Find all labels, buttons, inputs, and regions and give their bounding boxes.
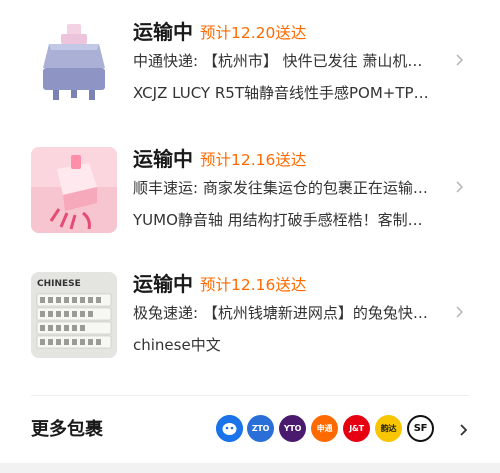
more-packages-row[interactable]: 更多包裹 ZTO YTO 申通 J&T 韵达 SF <box>0 400 500 460</box>
product-title: chinese中文 <box>133 336 221 354</box>
chevron-right-icon[interactable] <box>454 177 466 197</box>
carrier-logo-sf: SF <box>407 415 434 442</box>
chevron-right-icon[interactable] <box>458 420 470 440</box>
divider <box>31 395 469 396</box>
package-item[interactable]: CHINESE 运输中 预计12.16送达 极兔速递: 【杭州钱塘新进网点】的兔… <box>0 272 500 372</box>
estimated-delivery: 预计12.16送达 <box>200 276 307 294</box>
package-item[interactable]: 运输中 预计12.20送达 中通快递: 【杭州市】 快件已发往 萧山机场转运中心… <box>0 20 500 120</box>
tracking-info: 中通快递: 【杭州市】 快件已发往 萧山机场转运中心 <box>133 52 433 70</box>
estimated-delivery: 预计12.20送达 <box>200 24 307 42</box>
cainiao-icon <box>216 415 243 442</box>
logistics-card: 运输中 预计12.20送达 中通快递: 【杭州市】 快件已发往 萧山机场转运中心… <box>0 0 500 473</box>
carrier-logo-yunda: 韵达 <box>375 415 402 442</box>
tracking-info: 顺丰速运: 商家发往集运仓的包裹正在运输途中 <box>133 179 433 197</box>
carrier-logo-yto: YTO <box>279 415 306 442</box>
product-thumbnail[interactable] <box>31 20 117 106</box>
product-thumbnail[interactable] <box>31 147 117 233</box>
package-status: 运输中 <box>133 147 193 171</box>
product-thumbnail[interactable]: CHINESE <box>31 272 117 358</box>
more-packages-label: 更多包裹 <box>31 419 103 440</box>
package-item[interactable]: 运输中 预计12.16送达 顺丰速运: 商家发往集运仓的包裹正在运输途中 YUM… <box>0 147 500 247</box>
keyboard-switch-lavender-icon <box>31 20 117 106</box>
chevron-right-icon[interactable] <box>454 302 466 322</box>
tracking-info: 极兔速递: 【杭州钱塘新进网点】的兔兔快递员正在派件 <box>133 304 433 322</box>
package-status: 运输中 <box>133 20 193 44</box>
keyboard-switch-pink-icon <box>31 147 117 233</box>
bottom-spacer <box>0 463 500 473</box>
svg-text:CHINESE: CHINESE <box>37 279 81 289</box>
carrier-logo-cainiao <box>216 415 243 442</box>
carrier-logo-sto: 申通 <box>311 415 338 442</box>
product-title: XCJZ LUCY R5T轴静音线性手感POM+TPU轴体 <box>133 84 433 102</box>
carrier-logo-zto: ZTO <box>247 415 274 442</box>
estimated-delivery: 预计12.16送达 <box>200 151 307 169</box>
keycap-set-icon: CHINESE <box>31 272 117 358</box>
carrier-logo-jt: J&T <box>343 415 370 442</box>
package-status: 运输中 <box>133 272 193 296</box>
chevron-right-icon[interactable] <box>454 50 466 70</box>
product-title: YUMO静音轴 用结构打破手感桎梏！客制化轴体 <box>133 211 433 229</box>
